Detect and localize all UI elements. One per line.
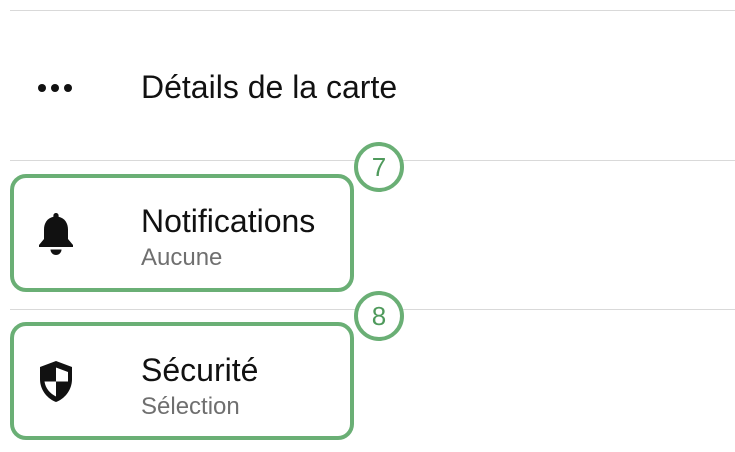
more-horizontal-icon — [36, 66, 76, 110]
card-details-label: Détails de la carte — [141, 69, 398, 105]
notifications-highlight — [10, 174, 354, 292]
step-badge-8: 8 — [354, 291, 404, 341]
security-highlight — [10, 322, 354, 440]
step-badge-7: 7 — [354, 142, 404, 192]
card-settings-list: Détails de la carte Notifications Aucune… — [0, 0, 735, 452]
card-details-row[interactable]: Détails de la carte — [0, 11, 735, 160]
